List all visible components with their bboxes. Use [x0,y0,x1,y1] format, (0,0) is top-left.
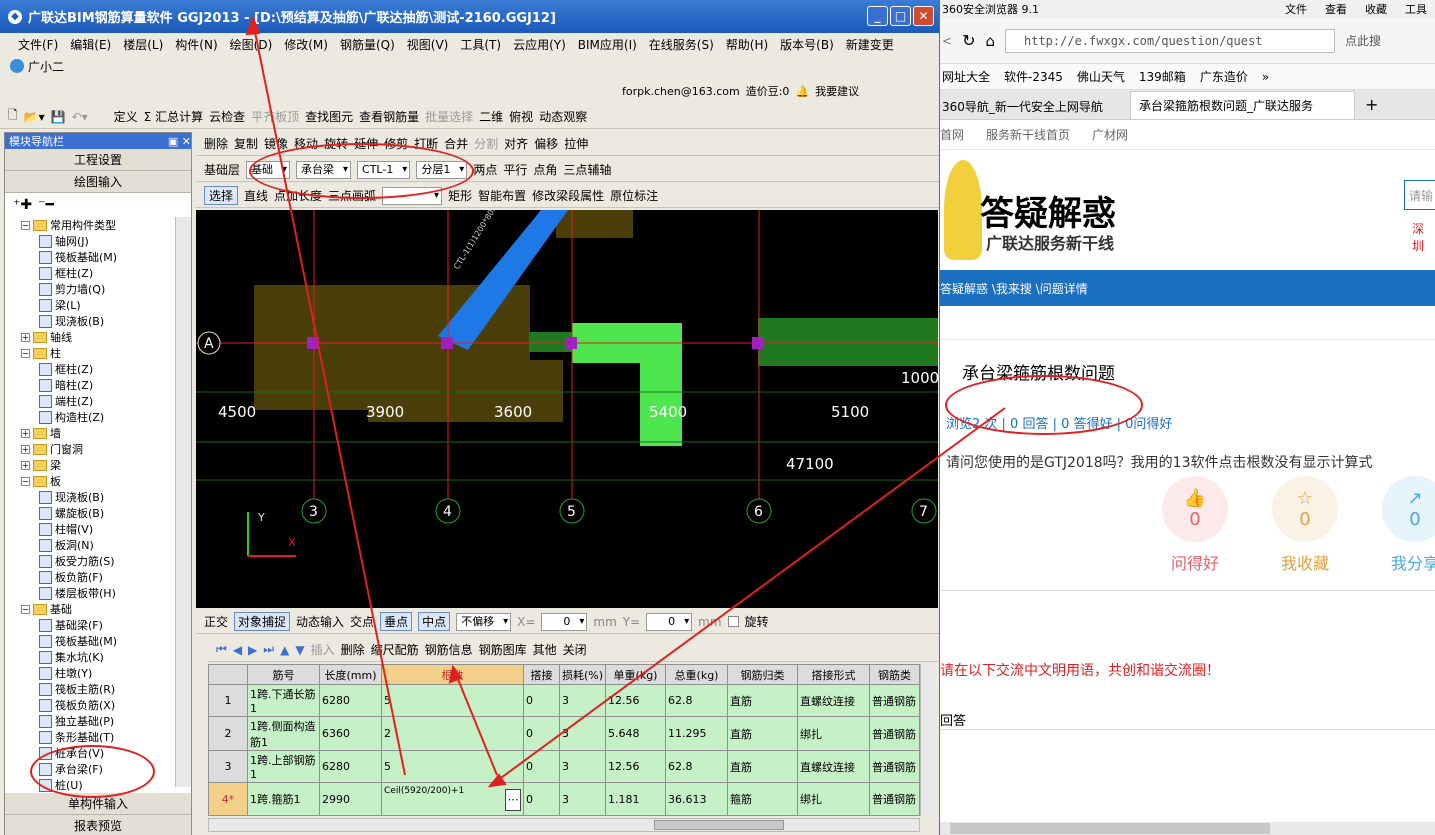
arrow-head [448,664,463,684]
arrow-head [245,15,261,36]
arrow-line [252,21,406,776]
screen: ◆ 广联达BIM钢筋算量软件 GGJ2013 - [D:\预结算及抽筋\广联达抽… [0,0,1435,835]
arrow-line [493,407,1006,784]
arrow-line [454,671,498,776]
annotation-arrows [245,15,1006,788]
